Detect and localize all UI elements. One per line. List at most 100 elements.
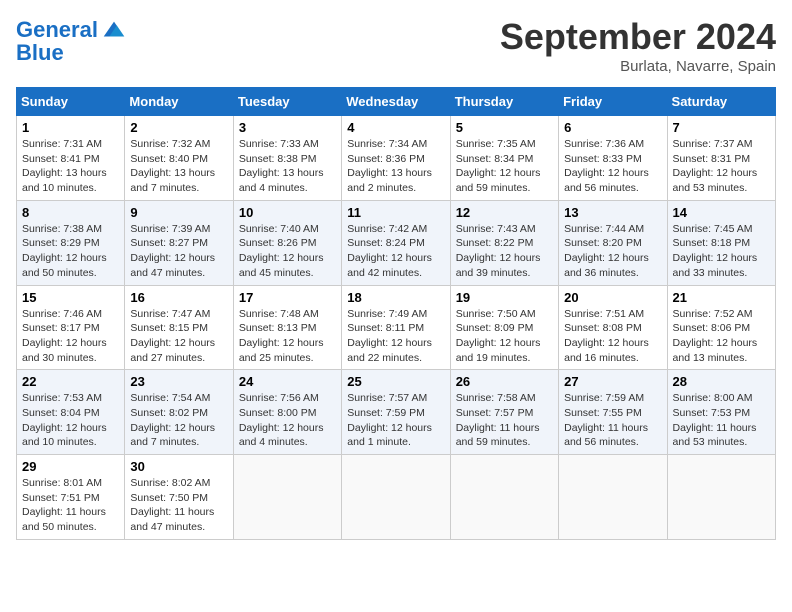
calendar-cell: 9Sunrise: 7:39 AMSunset: 8:27 PMDaylight… (125, 200, 233, 285)
day-info: Sunrise: 7:57 AMSunset: 7:59 PMDaylight:… (347, 391, 444, 450)
day-number: 25 (347, 374, 444, 389)
title-block: September 2024 Burlata, Navarre, Spain (500, 16, 776, 75)
day-number: 30 (130, 459, 227, 474)
calendar-cell: 27 Sunrise: 7:59 AMSunset: 7:55 PMDayligh… (559, 370, 667, 455)
calendar-cell: 28 Sunrise: 8:00 AMSunset: 7:53 PMDayligh… (667, 370, 775, 455)
logo-icon (100, 16, 128, 44)
calendar-cell: 11Sunrise: 7:42 AMSunset: 8:24 PMDayligh… (342, 200, 450, 285)
day-info: Sunrise: 7:35 AMSunset: 8:34 PMDaylight:… (456, 137, 553, 196)
day-info: Sunrise: 7:37 AMSunset: 8:31 PMDaylight:… (673, 137, 770, 196)
calendar-cell: 1 Sunrise: 7:31 AMSunset: 8:41 PMDaylight… (17, 116, 125, 201)
day-info: Sunrise: 7:43 AMSunset: 8:22 PMDaylight:… (456, 222, 553, 281)
day-number: 17 (239, 290, 336, 305)
calendar-cell: 12 Sunrise: 7:43 AMSunset: 8:22 PMDayligh… (450, 200, 558, 285)
day-info: Sunrise: 7:36 AMSunset: 8:33 PMDaylight:… (564, 137, 661, 196)
calendar-cell: 10Sunrise: 7:40 AMSunset: 8:26 PMDayligh… (233, 200, 341, 285)
day-header-friday: Friday (559, 88, 667, 116)
day-info: Sunrise: 7:52 AMSunset: 8:06 PMDaylight:… (673, 307, 770, 366)
day-number: 27 (564, 374, 661, 389)
calendar-cell: 20 Sunrise: 7:51 AMSunset: 8:08 PMDayligh… (559, 285, 667, 370)
calendar-cell (450, 455, 558, 540)
day-info: Sunrise: 7:58 AMSunset: 7:57 PMDaylight:… (456, 391, 553, 450)
day-header-monday: Monday (125, 88, 233, 116)
day-info: Sunrise: 7:53 AMSunset: 8:04 PMDaylight:… (22, 391, 119, 450)
calendar-body: 1 Sunrise: 7:31 AMSunset: 8:41 PMDaylight… (17, 116, 776, 540)
week-row-5: 29Sunrise: 8:01 AMSunset: 7:51 PMDayligh… (17, 455, 776, 540)
calendar-cell: 24Sunrise: 7:56 AMSunset: 8:00 PMDayligh… (233, 370, 341, 455)
day-number: 16 (130, 290, 227, 305)
calendar-cell: 25 Sunrise: 7:57 AMSunset: 7:59 PMDayligh… (342, 370, 450, 455)
day-header-sunday: Sunday (17, 88, 125, 116)
day-info: Sunrise: 7:54 AMSunset: 8:02 PMDaylight:… (130, 391, 227, 450)
day-info: Sunrise: 7:44 AMSunset: 8:20 PMDaylight:… (564, 222, 661, 281)
month-title: September 2024 (500, 16, 776, 58)
day-number: 14 (673, 205, 770, 220)
calendar-cell (342, 455, 450, 540)
calendar-cell: 29Sunrise: 8:01 AMSunset: 7:51 PMDayligh… (17, 455, 125, 540)
calendar-cell: 18Sunrise: 7:49 AMSunset: 8:11 PMDayligh… (342, 285, 450, 370)
calendar-cell (233, 455, 341, 540)
day-number: 12 (456, 205, 553, 220)
day-info: Sunrise: 7:46 AMSunset: 8:17 PMDaylight:… (22, 307, 119, 366)
day-header-saturday: Saturday (667, 88, 775, 116)
day-number: 8 (22, 205, 119, 220)
day-number: 15 (22, 290, 119, 305)
week-row-3: 15 Sunrise: 7:46 AMSunset: 8:17 PMDayligh… (17, 285, 776, 370)
day-number: 20 (564, 290, 661, 305)
calendar-cell: 23 Sunrise: 7:54 AMSunset: 8:02 PMDayligh… (125, 370, 233, 455)
calendar-cell: 19 Sunrise: 7:50 AMSunset: 8:09 PMDayligh… (450, 285, 558, 370)
day-number: 28 (673, 374, 770, 389)
calendar-cell: 30 Sunrise: 8:02 AMSunset: 7:50 PMDayligh… (125, 455, 233, 540)
day-info: Sunrise: 8:00 AMSunset: 7:53 PMDaylight:… (673, 391, 770, 450)
day-info: Sunrise: 7:48 AMSunset: 8:13 PMDaylight:… (239, 307, 336, 366)
day-info: Sunrise: 7:45 AMSunset: 8:18 PMDaylight:… (673, 222, 770, 281)
day-header-wednesday: Wednesday (342, 88, 450, 116)
week-row-1: 1 Sunrise: 7:31 AMSunset: 8:41 PMDaylight… (17, 116, 776, 201)
location: Burlata, Navarre, Spain (500, 58, 776, 75)
week-row-4: 22 Sunrise: 7:53 AMSunset: 8:04 PMDayligh… (17, 370, 776, 455)
day-number: 26 (456, 374, 553, 389)
day-number: 5 (456, 120, 553, 135)
calendar-cell (667, 455, 775, 540)
calendar: SundayMondayTuesdayWednesdayThursdayFrid… (16, 87, 776, 540)
logo: General Blue (16, 16, 128, 66)
day-info: Sunrise: 7:47 AMSunset: 8:15 PMDaylight:… (130, 307, 227, 366)
calendar-cell: 21Sunrise: 7:52 AMSunset: 8:06 PMDayligh… (667, 285, 775, 370)
day-info: Sunrise: 7:59 AMSunset: 7:55 PMDaylight:… (564, 391, 661, 450)
day-number: 1 (22, 120, 119, 135)
logo-text: General (16, 18, 98, 42)
page-header: General Blue September 2024 Burlata, Nav… (16, 16, 776, 75)
day-info: Sunrise: 8:02 AMSunset: 7:50 PMDaylight:… (130, 476, 227, 535)
day-number: 6 (564, 120, 661, 135)
week-row-2: 8Sunrise: 7:38 AMSunset: 8:29 PMDaylight… (17, 200, 776, 285)
day-number: 29 (22, 459, 119, 474)
calendar-cell: 16 Sunrise: 7:47 AMSunset: 8:15 PMDayligh… (125, 285, 233, 370)
calendar-cell: 8Sunrise: 7:38 AMSunset: 8:29 PMDaylight… (17, 200, 125, 285)
calendar-cell: 6 Sunrise: 7:36 AMSunset: 8:33 PMDaylight… (559, 116, 667, 201)
day-number: 11 (347, 205, 444, 220)
day-number: 19 (456, 290, 553, 305)
calendar-cell: 14 Sunrise: 7:45 AMSunset: 8:18 PMDayligh… (667, 200, 775, 285)
day-info: Sunrise: 7:33 AMSunset: 8:38 PMDaylight:… (239, 137, 336, 196)
calendar-cell: 3 Sunrise: 7:33 AMSunset: 8:38 PMDaylight… (233, 116, 341, 201)
day-number: 2 (130, 120, 227, 135)
day-number: 18 (347, 290, 444, 305)
day-info: Sunrise: 7:39 AMSunset: 8:27 PMDaylight:… (130, 222, 227, 281)
day-number: 22 (22, 374, 119, 389)
day-number: 3 (239, 120, 336, 135)
calendar-header-row: SundayMondayTuesdayWednesdayThursdayFrid… (17, 88, 776, 116)
day-number: 23 (130, 374, 227, 389)
day-number: 7 (673, 120, 770, 135)
day-number: 24 (239, 374, 336, 389)
day-info: Sunrise: 7:51 AMSunset: 8:08 PMDaylight:… (564, 307, 661, 366)
calendar-cell: 5 Sunrise: 7:35 AMSunset: 8:34 PMDaylight… (450, 116, 558, 201)
calendar-cell: 17 Sunrise: 7:48 AMSunset: 8:13 PMDayligh… (233, 285, 341, 370)
day-info: Sunrise: 7:32 AMSunset: 8:40 PMDaylight:… (130, 137, 227, 196)
day-info: Sunrise: 7:50 AMSunset: 8:09 PMDaylight:… (456, 307, 553, 366)
calendar-cell: 7 Sunrise: 7:37 AMSunset: 8:31 PMDaylight… (667, 116, 775, 201)
day-info: Sunrise: 7:31 AMSunset: 8:41 PMDaylight:… (22, 137, 119, 196)
day-number: 10 (239, 205, 336, 220)
calendar-cell: 2 Sunrise: 7:32 AMSunset: 8:40 PMDaylight… (125, 116, 233, 201)
day-number: 13 (564, 205, 661, 220)
day-header-tuesday: Tuesday (233, 88, 341, 116)
